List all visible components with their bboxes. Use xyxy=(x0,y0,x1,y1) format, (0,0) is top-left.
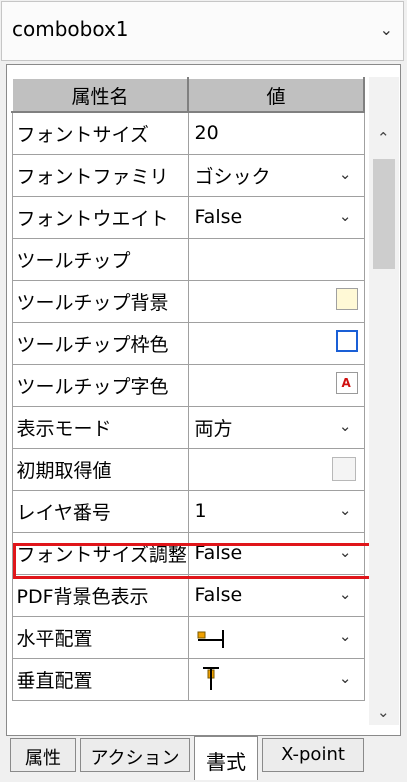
scrollbar-thumb[interactable] xyxy=(373,159,395,269)
display-mode-select[interactable]: 両方 ⌄ xyxy=(187,405,365,449)
vertical-scrollbar[interactable]: ⌃ ⌄ xyxy=(369,77,399,725)
align-left-icon xyxy=(197,629,224,648)
tooltip-bg-field[interactable] xyxy=(187,279,365,323)
row-h-align[interactable]: 水平配置 ⌄ xyxy=(11,615,365,659)
property-grid: 属性名 値 フォントサイズ 20 フォントファミリ ゴシック ⌄ フォントウエイト… xyxy=(11,77,365,701)
scroll-down-icon[interactable]: ⌄ xyxy=(377,703,390,721)
row-font-family[interactable]: フォントファミリ ゴシック ⌄ xyxy=(11,153,365,197)
row-value: ゴシック xyxy=(194,165,271,188)
font-weight-select[interactable]: False ⌄ xyxy=(187,195,365,239)
row-label: 垂直配置 xyxy=(11,657,189,701)
tooltip-text-color-field[interactable]: A xyxy=(187,363,365,407)
header-value: 値 xyxy=(187,77,365,113)
row-tooltip[interactable]: ツールチップ xyxy=(11,237,365,281)
font-size-adjust-select[interactable]: False ⌄ xyxy=(187,531,365,575)
align-top-icon xyxy=(202,666,219,690)
value-button[interactable] xyxy=(331,456,356,481)
row-font-weight[interactable]: フォントウエイト False ⌄ xyxy=(11,195,365,239)
v-align-select[interactable]: ⌄ xyxy=(187,657,365,701)
chevron-down-icon[interactable]: ⌄ xyxy=(380,20,393,39)
combobox-selector[interactable]: combobox1 ⌄ xyxy=(1,1,404,61)
row-label: フォントウエイト xyxy=(11,195,189,239)
row-label: フォントファミリ xyxy=(11,153,189,197)
scroll-up-icon[interactable]: ⌃ xyxy=(377,129,390,147)
yellow-swatch-icon[interactable] xyxy=(335,287,358,310)
row-label: ツールチップ xyxy=(11,237,189,281)
tab-format[interactable]: 書式 xyxy=(194,736,258,780)
tab-attributes[interactable]: 属性 xyxy=(10,738,76,772)
pdf-bg-select[interactable]: False ⌄ xyxy=(187,573,365,617)
row-label: PDF背景色表示 xyxy=(11,573,189,617)
chevron-down-icon[interactable]: ⌄ xyxy=(339,501,352,519)
chevron-down-icon[interactable]: ⌄ xyxy=(339,165,352,183)
row-initial-value[interactable]: 初期取得値 xyxy=(11,447,365,491)
row-font-size-adjust[interactable]: フォントサイズ調整 False ⌄ xyxy=(11,531,365,575)
header-name: 属性名 xyxy=(11,77,189,113)
combobox-value: combobox1 xyxy=(12,17,129,41)
chevron-down-icon[interactable]: ⌄ xyxy=(339,207,352,225)
chevron-down-icon[interactable]: ⌄ xyxy=(339,585,352,603)
row-label: フォントサイズ調整 xyxy=(11,531,189,575)
row-layer-number[interactable]: レイヤ番号 1 ⌄ xyxy=(11,489,365,533)
font-size-field[interactable]: 20 xyxy=(187,111,365,155)
blue-frame-icon[interactable] xyxy=(335,329,358,352)
row-label: レイヤ番号 xyxy=(11,489,189,533)
chevron-down-icon[interactable]: ⌄ xyxy=(339,417,352,435)
chevron-down-icon[interactable]: ⌄ xyxy=(339,627,352,645)
font-family-select[interactable]: ゴシック ⌄ xyxy=(187,153,365,197)
tab-xpoint[interactable]: X-point xyxy=(262,738,364,772)
row-value: False xyxy=(194,206,243,228)
initial-value-field[interactable] xyxy=(187,447,365,491)
chevron-down-icon[interactable]: ⌄ xyxy=(339,543,352,561)
tooltip-field[interactable] xyxy=(187,237,365,281)
h-align-select[interactable]: ⌄ xyxy=(187,615,365,659)
row-value: False xyxy=(194,542,243,564)
row-label: ツールチップ背景 xyxy=(11,279,189,323)
row-value: False xyxy=(194,584,243,606)
row-display-mode[interactable]: 表示モード 両方 ⌄ xyxy=(11,405,365,449)
row-pdf-bg[interactable]: PDF背景色表示 False ⌄ xyxy=(11,573,365,617)
grid-header: 属性名 値 xyxy=(11,77,365,113)
row-tooltip-text[interactable]: ツールチップ字色 A xyxy=(11,363,365,407)
row-tooltip-border[interactable]: ツールチップ枠色 xyxy=(11,321,365,365)
row-v-align[interactable]: 垂直配置 ⌄ xyxy=(11,657,365,701)
tooltip-border-field[interactable] xyxy=(187,321,365,365)
letter-a-icon[interactable]: A xyxy=(335,371,358,394)
row-label: ツールチップ字色 xyxy=(11,363,189,407)
row-value: 20 xyxy=(194,122,219,145)
tab-action[interactable]: アクション xyxy=(80,738,190,772)
row-tooltip-bg[interactable]: ツールチップ背景 xyxy=(11,279,365,323)
row-value: 両方 xyxy=(194,417,233,440)
row-label: 水平配置 xyxy=(11,615,189,659)
row-label: 表示モード xyxy=(11,405,189,449)
layer-number-select[interactable]: 1 ⌄ xyxy=(187,489,365,533)
row-label: ツールチップ枠色 xyxy=(11,321,189,365)
row-value: 1 xyxy=(194,500,207,522)
chevron-down-icon[interactable]: ⌄ xyxy=(339,669,352,687)
property-grid-panel: 属性名 値 フォントサイズ 20 フォントファミリ ゴシック ⌄ フォントウエイト… xyxy=(6,64,401,736)
row-label: 初期取得値 xyxy=(11,447,189,491)
row-font-size[interactable]: フォントサイズ 20 xyxy=(11,111,365,155)
row-label: フォントサイズ xyxy=(11,111,189,155)
